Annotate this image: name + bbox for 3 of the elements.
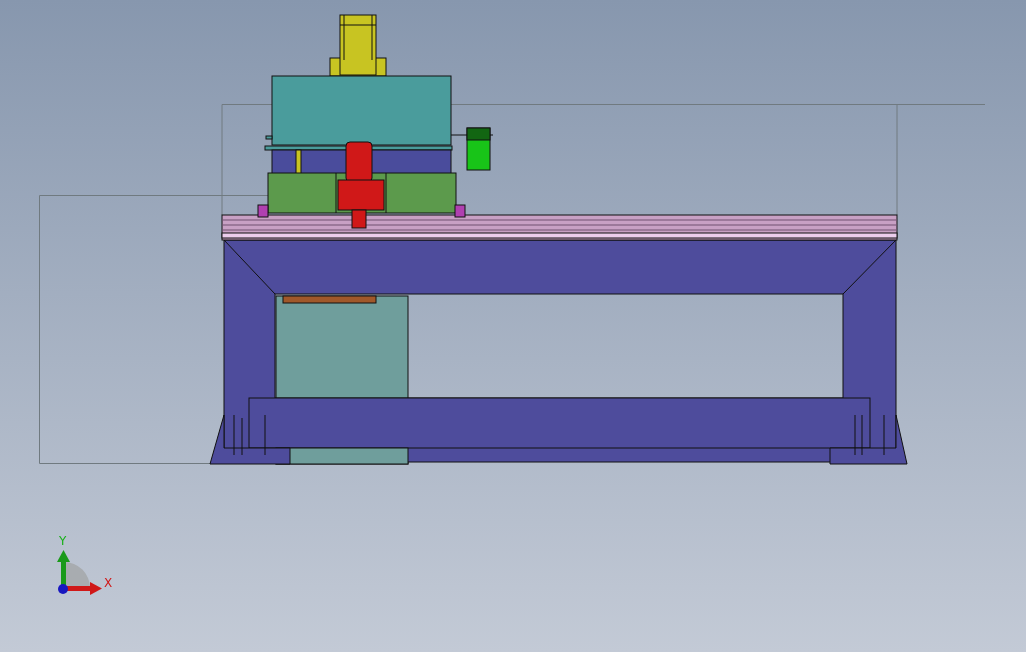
axis-triad-icon <box>57 550 102 595</box>
y-axis-label: Y <box>59 534 67 548</box>
x-axis-label: X <box>104 576 113 590</box>
